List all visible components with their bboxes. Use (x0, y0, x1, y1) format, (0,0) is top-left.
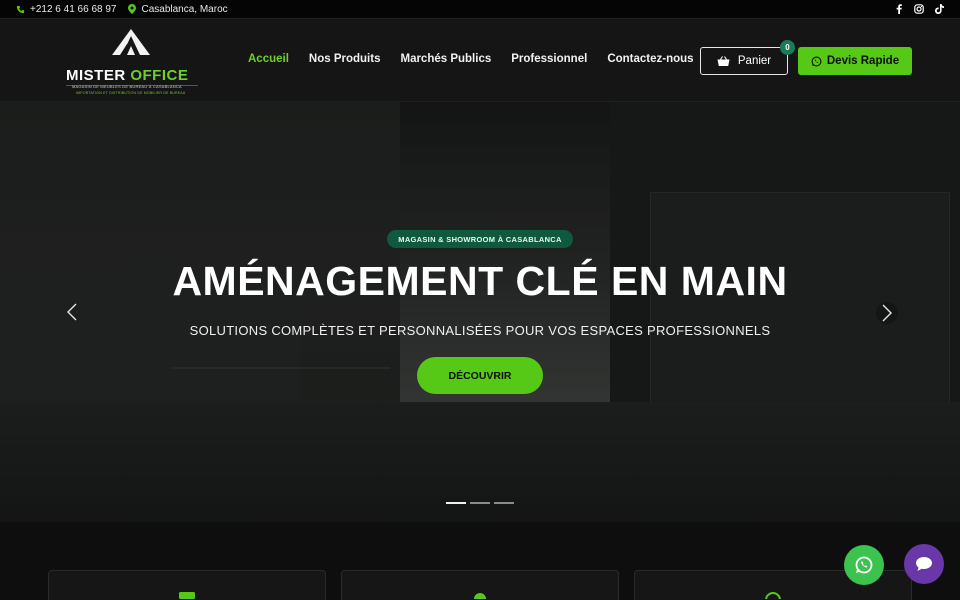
logo-mountain-icon (112, 29, 150, 55)
phone-number[interactable]: +212 6 41 66 68 97 (30, 4, 116, 15)
nav-contactez-nous[interactable]: Contactez-nous (607, 53, 693, 65)
feature-card-1 (48, 570, 326, 600)
phone-info[interactable]: +212 6 41 66 68 97 (16, 4, 116, 15)
logo-brand-accent: OFFICE (130, 67, 189, 84)
discover-button[interactable]: DÉCOUVRIR (417, 357, 543, 394)
chevron-right-icon (882, 304, 892, 322)
whatsapp-icon (811, 56, 822, 66)
nav-marches-publics[interactable]: Marchés Publics (400, 53, 491, 65)
nav-nos-produits[interactable]: Nos Produits (309, 53, 381, 65)
hero-badge: MAGASIN & SHOWROOM À CASABLANCA (387, 230, 573, 248)
cart-button[interactable]: Panier (700, 47, 788, 75)
slider-dot-1[interactable] (446, 502, 466, 504)
slider-next-arrow[interactable] (876, 302, 898, 324)
location-info: Casablanca, Maroc (128, 3, 228, 15)
site-logo[interactable]: MISTER OFFICE MAGASIN DE MEUBLES DE BURE… (66, 29, 198, 95)
hero-subtitle: SOLUTIONS COMPLÈTES ET PERSONNALISÉES PO… (189, 323, 771, 338)
logo-wordmark: MISTER OFFICE (66, 67, 188, 84)
feature-1-icon (179, 592, 195, 599)
logo-tagline: MAGASIN DE MEUBLES DE BUREAU À CASABLANC… (72, 84, 182, 89)
facebook-icon[interactable] (894, 4, 904, 14)
chat-float-button[interactable] (904, 544, 944, 584)
whatsapp-icon (855, 556, 873, 574)
feature-2-icon (474, 593, 486, 599)
whatsapp-float-button[interactable] (844, 545, 884, 585)
nav-professionnel[interactable]: Professionnel (511, 53, 587, 65)
features-section (0, 522, 960, 600)
quick-quote-button[interactable]: Devis Rapide (798, 47, 912, 75)
basket-icon (717, 55, 730, 66)
slider-dot-3[interactable] (494, 502, 514, 504)
hero-overlay (0, 102, 960, 522)
nav-accueil[interactable]: Accueil (248, 53, 289, 65)
site-header: MISTER OFFICE MAGASIN DE MEUBLES DE BURE… (0, 18, 960, 102)
logo-brand-main: MISTER (66, 67, 126, 84)
tiktok-icon[interactable] (934, 4, 944, 14)
feature-card-2 (341, 570, 619, 600)
logo-subtagline: IMPORTATION ET DISTRIBUTION DE MOBILIER … (76, 91, 186, 95)
hero-title: AMÉNAGEMENT CLÉ EN MAIN (172, 258, 788, 304)
slider-dots (446, 502, 514, 504)
main-nav: Accueil Nos Produits Marchés Publics Pro… (248, 53, 694, 65)
cart-label: Panier (737, 55, 772, 67)
location-text: Casablanca, Maroc (141, 3, 228, 15)
hero-slider: MAGASIN & SHOWROOM À CASABLANCA AMÉNAGEM… (0, 102, 960, 522)
chat-bubble-icon (916, 557, 932, 571)
chevron-left-icon (67, 303, 77, 321)
feature-3-icon (765, 592, 781, 599)
phone-icon (16, 5, 25, 13)
cart-count-badge: 0 (780, 40, 795, 55)
slider-prev-arrow[interactable] (62, 302, 82, 322)
quick-quote-label: Devis Rapide (826, 55, 900, 67)
location-pin-icon (128, 4, 137, 14)
instagram-icon[interactable] (914, 4, 924, 14)
slider-dot-2[interactable] (470, 502, 490, 504)
top-bar: +212 6 41 66 68 97 Casablanca, Maroc (0, 0, 960, 18)
